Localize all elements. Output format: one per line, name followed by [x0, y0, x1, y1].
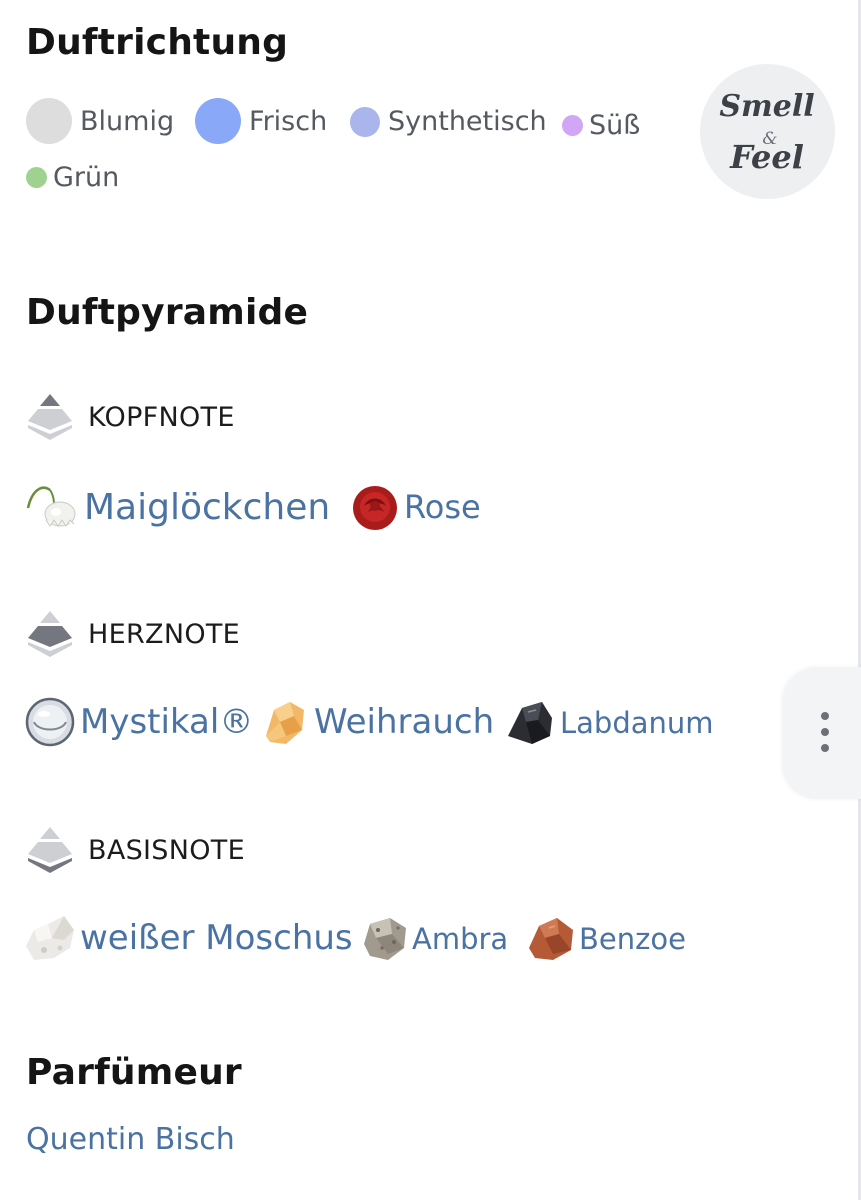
ingredient-weihrauch[interactable]: Weihrauch	[260, 696, 494, 748]
chip-frisch[interactable]: Frisch	[195, 98, 327, 144]
ingredient-label: Mystikal®	[80, 702, 254, 742]
frankincense-icon	[266, 702, 304, 744]
ingredient-label: weißer Moschus	[80, 918, 353, 958]
gruen-dot	[26, 167, 47, 188]
chip-blumig[interactable]: Blumig	[26, 98, 174, 144]
tier-base-note: BASISNOTE	[26, 825, 245, 875]
dot-icon	[821, 744, 829, 752]
ingredient-mystikal[interactable]: Mystikal®	[24, 696, 253, 748]
logo-text-smell: Smell	[719, 89, 814, 124]
ingredient-label: Weihrauch	[314, 702, 495, 742]
chip-label: Blumig	[80, 105, 175, 137]
logo-text-feel: Feel	[729, 138, 804, 176]
drop-icon	[25, 697, 75, 747]
ingredient-benzoe[interactable]: Benzoe	[527, 914, 686, 964]
ingredient-maigloeckchen[interactable]: Maiglöckchen	[24, 482, 330, 532]
perfumer-link[interactable]: Quentin Bisch	[26, 1122, 235, 1157]
lily-of-the-valley-icon	[26, 486, 76, 527]
perfumer-title: Parfümeur	[26, 1052, 242, 1093]
blumig-dot	[26, 98, 72, 144]
rose-icon	[353, 486, 397, 530]
ingredient-label: Ambra	[412, 922, 509, 956]
ingredient-ambra[interactable]: Ambra	[360, 914, 508, 964]
ingredient-label: Maiglöckchen	[84, 486, 331, 528]
chip-gruen[interactable]: Grün	[26, 162, 119, 193]
scent-direction-title: Duftrichtung	[26, 22, 289, 63]
white-musk-icon	[26, 916, 74, 960]
pyramid-top-icon	[28, 394, 72, 440]
dot-icon	[821, 712, 829, 720]
ambra-icon	[364, 918, 406, 960]
chip-label: Frisch	[249, 105, 328, 137]
labdanum-icon	[508, 702, 552, 744]
chip-synthetisch[interactable]: Synthetisch	[350, 106, 547, 137]
chip-label: Grün	[53, 162, 120, 193]
dot-icon	[821, 728, 829, 736]
chip-suess[interactable]: Süß	[562, 110, 640, 141]
synthetisch-dot	[350, 106, 380, 137]
smell-and-feel-logo[interactable]: Smell & Feel	[700, 64, 835, 199]
tier-heart-note: HERZNOTE	[26, 609, 240, 659]
tier-label: KOPFNOTE	[88, 401, 235, 433]
tier-label: HERZNOTE	[88, 618, 241, 650]
ingredient-label: Rose	[404, 488, 481, 526]
pyramid-base-icon	[28, 827, 72, 873]
ingredient-label: Labdanum	[560, 706, 714, 740]
tier-label: BASISNOTE	[88, 834, 245, 866]
pyramid-title: Duftpyramide	[26, 292, 309, 333]
ingredient-labdanum[interactable]: Labdanum	[506, 698, 714, 748]
more-options-button[interactable]	[783, 667, 861, 799]
suess-dot	[562, 115, 583, 136]
chip-label: Synthetisch	[388, 106, 547, 137]
ingredient-label: Benzoe	[579, 922, 686, 956]
tier-top-note: KOPFNOTE	[26, 392, 235, 442]
pyramid-middle-icon	[28, 611, 72, 657]
ingredient-weisser-moschus[interactable]: weißer Moschus	[24, 912, 353, 964]
frisch-dot	[195, 98, 241, 144]
ingredient-rose[interactable]: Rose	[350, 482, 481, 532]
chip-label: Süß	[589, 110, 641, 141]
benzoe-icon	[529, 918, 573, 960]
